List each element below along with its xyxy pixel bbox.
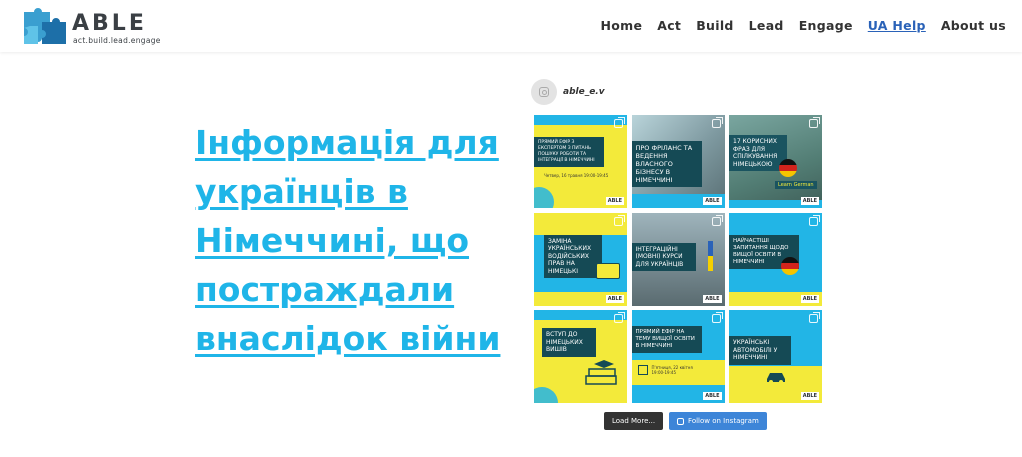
post-caption: Прямий ефір з експертом з питань пошуку … bbox=[534, 137, 604, 167]
nav-home[interactable]: Home bbox=[600, 18, 642, 33]
instagram-post-5[interactable]: Інтеграційні (мовні) курси для українців… bbox=[631, 212, 725, 306]
site-header: ABLE act.build.lead.engage Home Act Buil… bbox=[0, 0, 1022, 52]
german-flag-icon bbox=[779, 159, 797, 177]
instagram-post-6[interactable]: Найчастіші запитання щодо вищої освіти в… bbox=[729, 212, 822, 306]
post-meta: Четвер, 16 травня 19:00-19:45 bbox=[544, 173, 609, 178]
instagram-post-1[interactable]: Прямий ефір з експертом з питань пошуку … bbox=[534, 115, 627, 208]
decor-circle bbox=[534, 187, 554, 208]
instagram-post-3[interactable]: 17 корисних фраз для спілкування німецьк… bbox=[729, 115, 822, 208]
follow-instagram-button[interactable]: Follow on Instagram bbox=[669, 412, 767, 430]
instagram-post-7[interactable]: Вступ до німецьких вишів bbox=[534, 310, 627, 403]
instagram-post-2[interactable]: Про фріланс та ведення власного бізнесу … bbox=[631, 115, 725, 208]
instagram-icon bbox=[809, 117, 820, 128]
instagram-icon bbox=[711, 214, 723, 226]
instagram-icon bbox=[711, 117, 723, 128]
nav-build[interactable]: Build bbox=[696, 18, 733, 33]
brand-tagline: act.build.lead.engage bbox=[73, 36, 161, 45]
avatar[interactable] bbox=[531, 79, 557, 105]
decor-circle bbox=[534, 387, 558, 403]
instagram-post-4[interactable]: Заміна українських водійських прав на ні… bbox=[534, 212, 627, 306]
brand-name: ABLE bbox=[72, 11, 147, 36]
instagram-feed-grid: Прямий ефір з експертом з питань пошуку … bbox=[534, 115, 822, 404]
brand-badge: ABLE bbox=[605, 294, 624, 303]
post-caption: Українські автомобілі у Німеччині bbox=[729, 336, 791, 365]
main-nav: Home Act Build Lead Engage UA Help About… bbox=[585, 18, 1006, 33]
instagram-post-8[interactable]: Прямий ефір на тему вищої освіти в Німеч… bbox=[631, 310, 725, 403]
instagram-username[interactable]: able_e.v bbox=[563, 87, 605, 97]
instagram-icon bbox=[614, 312, 625, 323]
nav-lead[interactable]: Lead bbox=[749, 18, 784, 33]
post-caption: Вступ до німецьких вишів bbox=[542, 328, 596, 357]
hero-title-link[interactable]: Інформація для українців в Німеччині, що… bbox=[195, 118, 515, 363]
nav-ua-help[interactable]: UA Help bbox=[868, 18, 926, 33]
german-flag-icon bbox=[781, 256, 799, 275]
puzzle-logo-icon bbox=[24, 8, 66, 44]
nav-about-us[interactable]: About us bbox=[941, 18, 1006, 33]
learn-german-label: Learn German bbox=[775, 181, 817, 189]
instagram-icon bbox=[809, 214, 820, 226]
instagram-post-9[interactable]: Українські автомобілі у Німеччині ABLE bbox=[729, 310, 822, 403]
brand-badge: ABLE bbox=[800, 392, 819, 400]
calendar-icon bbox=[637, 365, 648, 375]
post-caption: Прямий ефір на тему вищої освіти в Німеч… bbox=[631, 326, 702, 353]
brand-badge: ABLE bbox=[800, 294, 819, 303]
instagram-icon bbox=[614, 117, 625, 128]
instagram-icon bbox=[809, 312, 820, 323]
site-logo[interactable]: ABLE act.build.lead.engage bbox=[20, 6, 160, 48]
load-more-button[interactable]: Load More... bbox=[604, 412, 664, 430]
brand-badge: ABLE bbox=[703, 197, 722, 205]
instagram-icon bbox=[614, 214, 625, 226]
post-caption: Заміна українських водійських прав на ні… bbox=[544, 234, 602, 278]
nav-act[interactable]: Act bbox=[657, 18, 681, 33]
post-caption: Про фріланс та ведення власного бізнесу … bbox=[631, 141, 702, 187]
brand-badge: ABLE bbox=[703, 294, 722, 303]
id-card-icon bbox=[596, 262, 620, 279]
nav-engage[interactable]: Engage bbox=[799, 18, 853, 33]
brand-badge: ABLE bbox=[800, 197, 819, 205]
instagram-actions: Load More... Follow on Instagram bbox=[604, 412, 767, 430]
books-icon bbox=[585, 360, 617, 385]
brand-badge: ABLE bbox=[605, 197, 624, 205]
post-meta: П'ятниця, 22 квітня 19:00-19:45 bbox=[651, 365, 693, 375]
instagram-profile-header[interactable]: able_e.v bbox=[531, 78, 605, 106]
follow-label: Follow on Instagram bbox=[688, 417, 759, 425]
car-icon bbox=[767, 373, 785, 384]
brand-badge: ABLE bbox=[703, 392, 722, 400]
ukraine-flag-icon bbox=[707, 240, 713, 271]
post-caption: Інтеграційні (мовні) курси для українців bbox=[631, 242, 696, 271]
instagram-icon bbox=[677, 417, 685, 425]
instagram-icon bbox=[711, 312, 723, 323]
camera-icon bbox=[539, 87, 549, 97]
